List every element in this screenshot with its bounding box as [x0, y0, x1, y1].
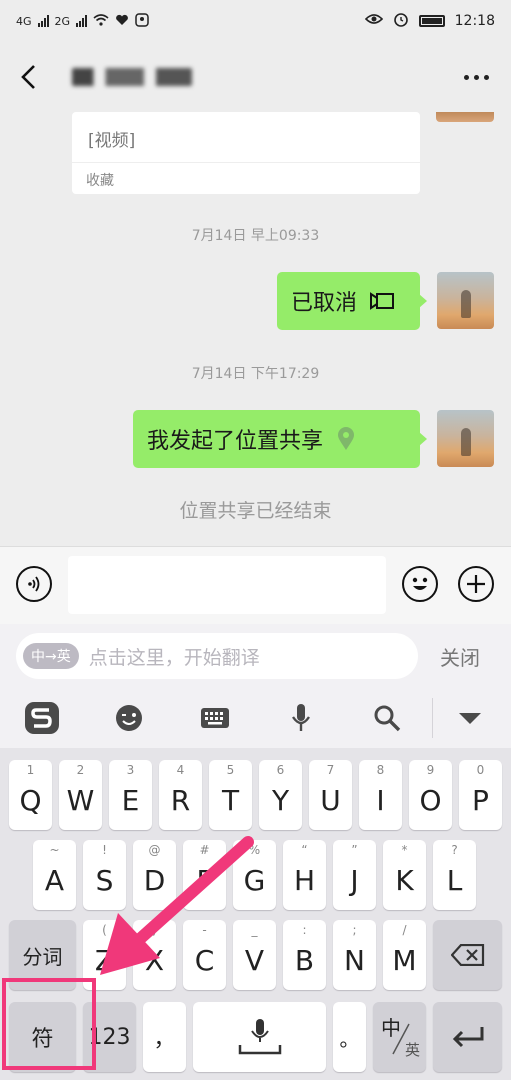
network-type-2: 2G	[54, 14, 71, 28]
key-k[interactable]: * K	[383, 840, 426, 910]
space-key[interactable]	[193, 1002, 326, 1072]
avatar[interactable]	[437, 272, 494, 329]
voice-icon[interactable]	[16, 566, 52, 602]
backspace-icon	[450, 944, 485, 966]
key-z[interactable]: (Z	[83, 920, 126, 990]
key-q[interactable]: 1Q	[9, 760, 52, 830]
key-r[interactable]: 4R	[159, 760, 202, 830]
input-bar	[0, 546, 511, 624]
key-e[interactable]: 3E	[109, 760, 152, 830]
status-right: 12:18	[364, 11, 495, 31]
message-bubble[interactable]: 已取消	[277, 272, 427, 330]
chat-header	[0, 42, 511, 112]
location-pin-icon	[337, 427, 355, 451]
divider	[432, 698, 433, 738]
favorite-card-source: 收藏	[86, 173, 114, 189]
key-v[interactable]: _ V	[233, 920, 276, 990]
app-notification-icon	[135, 12, 149, 30]
symbols-key[interactable]: 符	[9, 1002, 76, 1072]
message-text: 已取消	[291, 291, 358, 316]
key-w[interactable]: 2W	[59, 760, 102, 830]
heart-icon	[115, 14, 129, 29]
message-timestamp: 7月14日 早上09:33	[191, 228, 320, 244]
emoji-icon[interactable]	[402, 566, 438, 602]
emoji-face-icon[interactable]	[111, 700, 147, 736]
battery-icon	[418, 15, 445, 27]
contact-name-obscured	[72, 68, 192, 86]
key-f[interactable]: # F	[183, 840, 226, 910]
language-switch-key[interactable]: 中 英	[373, 1002, 426, 1072]
period-key[interactable]: 。	[333, 1002, 366, 1072]
microphone-icon[interactable]	[283, 700, 319, 736]
eye-icon	[364, 13, 383, 29]
enter-key[interactable]	[433, 1002, 502, 1072]
enter-icon	[450, 1025, 486, 1049]
chevron-left-icon[interactable]	[14, 62, 44, 92]
key-g[interactable]: % G	[233, 840, 276, 910]
key-p[interactable]: 0P	[459, 760, 502, 830]
plus-icon[interactable]	[458, 566, 494, 602]
key-j[interactable]: ” J	[333, 840, 376, 910]
chat-area[interactable]: [视频] 收藏 7月14日 早上09:33 已取消 7月14日 下午17:29 …	[0, 112, 511, 546]
key-m[interactable]: / M	[383, 920, 426, 990]
translate-field[interactable]: 中→英 点击这里，开始翻译	[16, 633, 418, 679]
slash-divider	[373, 1002, 426, 1072]
signal-icon-2	[76, 15, 88, 27]
video-call-icon	[369, 292, 395, 310]
keyboard: 1Q 2W 3E 4R 5T 6Y 7U 8I 9O 0P ~ A ! S @ D #…	[0, 748, 511, 1080]
more-dots-icon[interactable]	[456, 67, 497, 88]
numbers-key[interactable]: 123	[83, 1002, 136, 1072]
network-type-1: 4G	[16, 14, 32, 28]
favorite-video-card[interactable]: [视频] 收藏	[72, 112, 420, 194]
message-input[interactable]	[68, 556, 386, 614]
signal-icon	[37, 15, 49, 27]
search-icon[interactable]	[369, 700, 405, 736]
keyboard-toolbar	[0, 688, 511, 748]
translate-bar: 中→英 点击这里，开始翻译 关闭	[0, 624, 511, 688]
avatar[interactable]	[437, 410, 494, 467]
key-c[interactable]: -C	[183, 920, 226, 990]
key-s[interactable]: ! S	[83, 840, 126, 910]
segment-key[interactable]: 分词	[9, 920, 76, 990]
favorite-card-title: [视频]	[88, 131, 136, 151]
wifi-icon	[93, 13, 109, 29]
comma-key[interactable]: ，	[143, 1002, 186, 1072]
close-translate-button[interactable]: 关闭	[440, 642, 480, 671]
system-notice: 位置共享已经结束	[179, 500, 332, 522]
key-y[interactable]: 6Y	[259, 760, 302, 830]
language-pill[interactable]: 中→英	[23, 643, 79, 669]
key-i[interactable]: 8I	[359, 760, 402, 830]
key-x[interactable]: ) X	[133, 920, 176, 990]
key-t[interactable]: 5T	[209, 760, 252, 830]
alarm-icon	[393, 11, 409, 31]
clock-time: 12:18	[454, 13, 495, 29]
status-bar: 4G 2G 12:18	[0, 0, 511, 42]
status-left: 4G 2G	[16, 12, 149, 30]
keyboard-icon[interactable]	[197, 700, 233, 736]
divider	[72, 162, 420, 163]
backspace-key[interactable]	[433, 920, 502, 990]
key-l[interactable]: ? L	[433, 840, 476, 910]
key-u[interactable]: 7U	[309, 760, 352, 830]
sogou-logo-icon[interactable]	[24, 700, 60, 736]
key-n[interactable]: ; N	[333, 920, 376, 990]
collapse-triangle-icon[interactable]	[452, 700, 488, 736]
microphone-icon	[238, 1017, 282, 1057]
key-o[interactable]: 9O	[409, 760, 452, 830]
message-text: 我发起了位置共享	[147, 429, 324, 454]
key-a[interactable]: ~ A	[33, 840, 76, 910]
message-bubble[interactable]: 我发起了位置共享	[133, 410, 427, 468]
key-d[interactable]: @ D	[133, 840, 176, 910]
translate-hint: 点击这里，开始翻译	[88, 646, 260, 669]
key-b[interactable]: :B	[283, 920, 326, 990]
key-h[interactable]: “H	[283, 840, 326, 910]
message-timestamp: 7月14日 下午17:29	[191, 366, 320, 382]
avatar[interactable]	[436, 112, 494, 122]
